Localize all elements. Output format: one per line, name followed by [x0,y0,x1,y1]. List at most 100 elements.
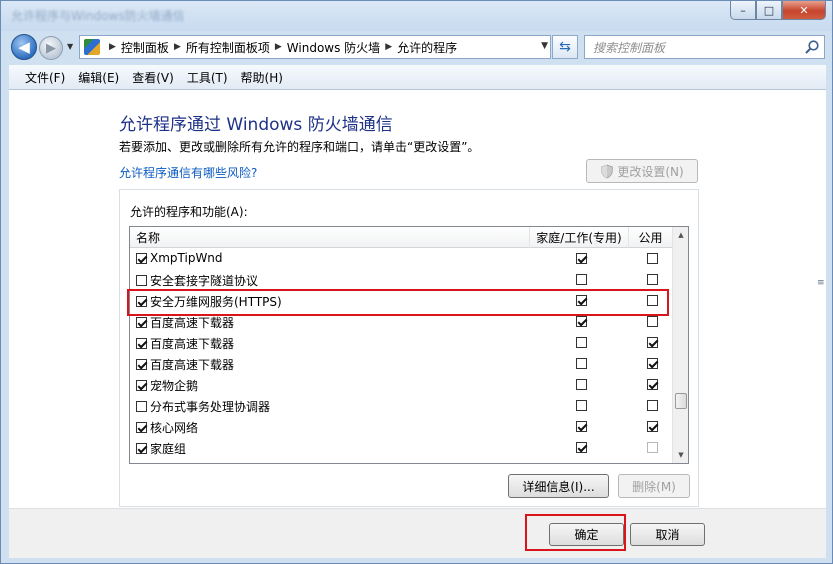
close-button[interactable]: ✕ [782,1,826,20]
recent-pages-dropdown[interactable]: ▼ [67,42,73,51]
dialog-button-bar: 确定 取消 [9,508,826,558]
search-icon[interactable] [804,39,820,55]
program-enabled-checkbox[interactable] [136,252,147,264]
window-title: 允许程序与Windows防火墙通信 [11,9,185,23]
remove-button[interactable]: 删除(M) [618,474,690,498]
risk-help-link[interactable]: 允许程序通信有哪些风险? [119,164,257,181]
program-row[interactable]: 家庭组 [130,437,673,458]
back-arrow-icon: ◀ [18,38,30,56]
program-name: 安全套接字隧道协议 [150,274,259,288]
scroll-down-icon[interactable]: ▼ [673,447,688,463]
menu-help[interactable]: 帮助(H) [241,69,283,86]
home-network-checkbox[interactable] [576,463,587,464]
home-network-checkbox[interactable] [576,400,587,411]
title-bar[interactable]: 允许程序与Windows防火墙通信 – □ ✕ [1,1,832,31]
forward-button[interactable]: ▶ [39,36,63,60]
home-network-checkbox[interactable] [576,421,587,432]
program-row[interactable]: 百度高速下载器 [130,332,673,353]
chevron-right-icon[interactable]: ▶ [275,42,282,52]
public-network-checkbox[interactable] [647,337,658,348]
home-network-checkbox[interactable] [576,379,587,390]
menu-file[interactable]: 文件(F) [25,69,65,86]
chevron-right-icon[interactable]: ▶ [385,42,392,52]
program-name: 核心网络 [150,421,199,435]
program-name-cell: 百度高速下载器 [136,356,234,373]
menu-edit[interactable]: 编辑(E) [78,69,119,86]
chevron-right-icon[interactable]: ▶ [109,42,116,52]
column-header-name[interactable]: 名称 [130,227,530,248]
highlight-annotation-ok [525,514,626,551]
allowed-programs-group: 允许的程序和功能(A): 名称 家庭/工作(专用) 公用 XmpTipWnd 安全… [119,189,699,507]
search-input[interactable]: 搜索控制面板 [584,35,825,59]
program-enabled-checkbox[interactable] [136,275,147,286]
home-network-checkbox[interactable] [576,274,587,285]
breadcrumb-all-items[interactable]: 所有控制面板项 [186,39,270,56]
details-button[interactable]: 详细信息(I)... [508,474,609,498]
program-row[interactable]: 分布式事务处理协调器 [130,395,673,416]
chevron-right-icon[interactable]: ▶ [174,42,181,52]
scroll-thumb[interactable] [675,393,687,409]
program-enabled-checkbox[interactable] [136,359,147,370]
program-enabled-checkbox[interactable] [136,422,147,433]
program-row[interactable]: 核心网络 [130,416,673,437]
program-name: 百度高速下载器 [150,337,235,351]
splitter-grip-icon[interactable]: ≡ [817,278,825,288]
public-network-checkbox[interactable] [647,316,658,327]
column-header-home[interactable]: 家庭/工作(专用) [530,227,629,248]
change-settings-button[interactable]: 更改设置(N) [586,159,698,183]
program-row[interactable]: 安全套接字隧道协议 [130,269,673,290]
list-body: XmpTipWnd 安全套接字隧道协议 安全万维网服务(HTTPS) 百度高速下载器百… [130,248,673,464]
public-network-checkbox[interactable] [647,274,658,285]
program-name-cell: 分布式事务处理协调器 [136,398,270,415]
public-network-checkbox[interactable] [647,442,658,453]
change-settings-label: 更改设置(N) [617,164,684,179]
search-placeholder: 搜索控制面板 [593,40,666,55]
allowed-programs-list[interactable]: 名称 家庭/工作(专用) 公用 XmpTipWnd 安全套接字隧道协议 安全万维网服… [129,226,689,464]
navigation-bar: ◀ ▶ ▼ ▶ 控制面板 ▶ 所有控制面板项 ▶ Windows 防火墙 ▶ 允… [1,31,832,63]
public-network-checkbox[interactable] [647,358,658,369]
minimize-button[interactable]: – [730,1,756,20]
program-enabled-checkbox[interactable] [136,443,147,454]
list-scrollbar[interactable]: ▲ ▼ [672,227,688,463]
menu-view[interactable]: 查看(V) [132,69,174,86]
program-name: 分布式事务处理协调器 [150,400,271,414]
public-network-checkbox[interactable] [647,400,658,411]
scroll-up-icon[interactable]: ▲ [673,227,688,243]
home-network-checkbox[interactable] [576,316,587,327]
cancel-button[interactable]: 取消 [630,523,705,546]
program-enabled-checkbox[interactable] [136,380,147,391]
program-row[interactable]: XmpTipWnd [130,248,673,269]
public-network-checkbox[interactable] [647,421,658,432]
home-network-checkbox[interactable] [576,337,587,348]
home-network-checkbox[interactable] [576,253,587,264]
program-row[interactable]: 宠物企鹅 [130,374,673,395]
program-name-cell: 核心网络 [136,419,198,436]
home-network-checkbox[interactable] [576,442,587,453]
address-bar[interactable]: ▶ 控制面板 ▶ 所有控制面板项 ▶ Windows 防火墙 ▶ 允许的程序 ▼ [79,35,551,59]
public-network-checkbox[interactable] [647,379,658,390]
home-network-checkbox[interactable] [576,358,587,369]
refresh-button[interactable]: ⇆ [552,35,578,59]
back-button[interactable]: ◀ [11,34,37,60]
maximize-button[interactable]: □ [756,1,782,20]
program-enabled-checkbox[interactable] [136,338,147,349]
address-dropdown-icon[interactable]: ▼ [541,41,548,51]
program-name: 百度高速下载器 [150,358,235,372]
window-right-border [826,90,832,560]
breadcrumb-allowed-programs[interactable]: 允许的程序 [397,39,457,56]
public-network-checkbox[interactable] [647,253,658,264]
menu-tools[interactable]: 工具(T) [187,69,228,86]
program-name: 宠物企鹅 [150,379,199,393]
column-header-public[interactable]: 公用 [629,227,673,248]
program-row[interactable]: 金山猎豹游戏盒子下载服务 [130,458,673,464]
column-name-label: 名称 [136,231,161,245]
page-title: 允许程序通过 Windows 防火墙通信 [119,115,393,135]
program-enabled-checkbox[interactable] [136,317,147,328]
public-network-checkbox[interactable] [647,463,658,464]
program-row[interactable]: 百度高速下载器 [130,353,673,374]
breadcrumb-firewall[interactable]: Windows 防火墙 [287,39,380,56]
window-controls: – □ ✕ [730,1,826,21]
program-enabled-checkbox[interactable] [136,401,147,412]
program-name: XmpTipWnd [150,251,223,265]
breadcrumb-control-panel[interactable]: 控制面板 [121,39,169,56]
